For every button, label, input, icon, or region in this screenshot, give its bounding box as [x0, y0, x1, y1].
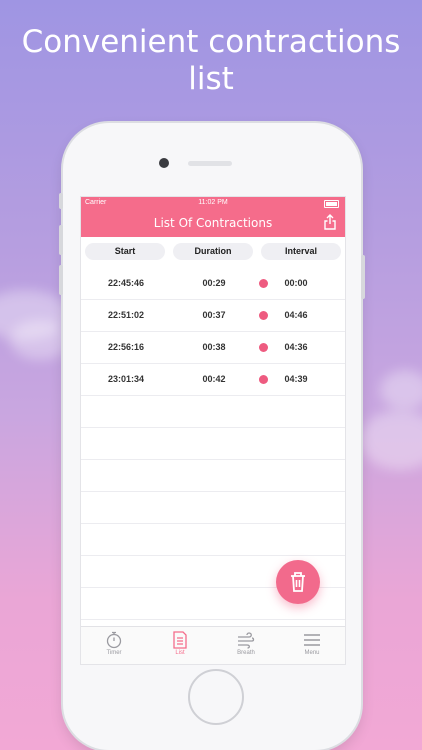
app-screen: Carrier 11:02 PM List Of Contractions St…: [80, 196, 346, 665]
start-time: 22:56:16: [107, 342, 145, 352]
empty-row: [81, 396, 345, 428]
delete-all-button[interactable]: [276, 560, 320, 604]
start-time: 22:45:46: [107, 278, 145, 288]
page-title: List Of Contractions: [153, 216, 273, 230]
status-time: 11:02 PM: [198, 199, 228, 206]
start-time: 22:51:02: [107, 310, 145, 320]
front-camera: [159, 158, 169, 168]
status-dot: [259, 311, 268, 320]
background-cloud: [380, 370, 422, 410]
status-dot: [259, 375, 268, 384]
list-document-icon: [173, 631, 187, 649]
battery-icon: [324, 200, 339, 208]
tab-menu-label: Menu: [304, 650, 320, 656]
tab-list-label: List: [175, 650, 185, 656]
interval: 00:00: [284, 278, 308, 288]
stopwatch-icon: [106, 631, 122, 649]
tab-breath-label: Breath: [237, 650, 255, 656]
duration: 00:42: [202, 374, 226, 384]
status-dot: [259, 279, 268, 288]
tab-breath[interactable]: Breath: [213, 627, 279, 664]
trash-icon: [291, 572, 305, 592]
column-headers: Start Duration Interval: [81, 237, 345, 260]
tab-timer-label: Timer: [106, 650, 122, 656]
phone-power-button: [361, 255, 365, 299]
interval: 04:46: [284, 310, 308, 320]
hamburger-menu-icon: [304, 634, 320, 646]
table-row[interactable]: 22:56:16 00:38 04:36: [81, 332, 345, 364]
empty-row: [81, 460, 345, 492]
duration: 00:29: [202, 278, 226, 288]
start-time: 23:01:34: [107, 374, 145, 384]
share-icon[interactable]: [323, 214, 337, 230]
background-cloud: [10, 320, 70, 360]
home-button[interactable]: [188, 669, 244, 725]
phone-side-button: [59, 193, 63, 209]
interval: 04:39: [284, 374, 308, 384]
wind-icon: [238, 632, 255, 649]
empty-row: [81, 428, 345, 460]
duration: 00:37: [202, 310, 226, 320]
background-cloud: [360, 410, 422, 470]
tab-list[interactable]: List: [147, 627, 213, 664]
status-bar: Carrier 11:02 PM: [81, 199, 345, 209]
phone-volume-down: [59, 265, 63, 295]
table-row[interactable]: 23:01:34 00:42 04:39: [81, 364, 345, 396]
promo-headline: Convenient contractions list: [0, 24, 422, 98]
empty-row: [81, 524, 345, 556]
table-row[interactable]: 22:51:02 00:37 04:46: [81, 300, 345, 332]
phone-volume-up: [59, 225, 63, 255]
status-dot: [259, 343, 268, 352]
column-header-interval[interactable]: Interval: [261, 243, 341, 260]
duration: 00:38: [202, 342, 226, 352]
tab-menu[interactable]: Menu: [279, 627, 345, 664]
column-header-start[interactable]: Start: [85, 243, 165, 260]
tab-bar: Timer List Breath Menu: [81, 626, 345, 664]
headline-line-1: Convenient contractions: [21, 24, 401, 60]
empty-row: [81, 492, 345, 524]
table-row[interactable]: 22:45:46 00:29 00:00: [81, 268, 345, 300]
column-header-duration[interactable]: Duration: [173, 243, 253, 260]
interval: 04:36: [284, 342, 308, 352]
headline-line-2: list: [188, 61, 234, 97]
tab-timer[interactable]: Timer: [81, 627, 147, 664]
earpiece-speaker: [188, 161, 232, 166]
phone-frame: Carrier 11:02 PM List Of Contractions St…: [59, 123, 365, 750]
navigation-bar: Carrier 11:02 PM List Of Contractions: [81, 197, 345, 237]
